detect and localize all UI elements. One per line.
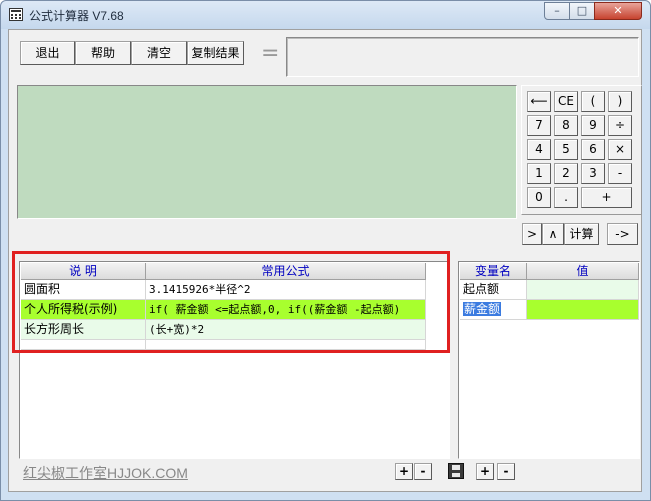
- subtract-key[interactable]: -: [608, 163, 632, 184]
- left-paren-key[interactable]: (: [581, 91, 605, 112]
- var-value-cell[interactable]: [527, 280, 639, 300]
- remove-variable-button[interactable]: -: [497, 463, 515, 480]
- column-header-var-value[interactable]: 值: [527, 263, 639, 280]
- key-3[interactable]: 3: [581, 163, 605, 184]
- clear-button[interactable]: 清空: [131, 41, 187, 65]
- next-button[interactable]: >: [522, 223, 542, 245]
- key-2[interactable]: 2: [554, 163, 578, 184]
- var-name-cell[interactable]: 薪金额: [460, 300, 527, 320]
- key-7[interactable]: 7: [527, 115, 551, 136]
- keypad: ⟵ CE ( ) 7 8 9 ÷ 4 5 6 × 1 2 3 - 0 . +: [521, 85, 642, 215]
- empty-cell[interactable]: [21, 340, 146, 350]
- help-button[interactable]: 帮助: [75, 41, 131, 65]
- equals-sign: =: [261, 41, 280, 66]
- column-header-var-name[interactable]: 变量名: [460, 263, 527, 280]
- var-name-selected-text: 薪金额: [463, 302, 502, 316]
- column-header-desc[interactable]: 说 明: [21, 263, 146, 280]
- window-title: 公式计算器 V7.68: [29, 9, 124, 23]
- expression-editor[interactable]: [17, 85, 517, 219]
- exit-button[interactable]: 退出: [20, 41, 75, 65]
- add-variable-button[interactable]: +: [476, 463, 494, 480]
- key-6[interactable]: 6: [581, 139, 605, 160]
- maximize-button[interactable]: □: [569, 2, 595, 20]
- save-disk-icon[interactable]: [448, 463, 464, 479]
- right-paren-key[interactable]: ): [608, 91, 632, 112]
- formula-grid: 说 明 常用公式 圆面积 3.1415926*半径^2 个人所得税(示例) if…: [19, 261, 450, 459]
- variable-grid: 变量名 值 起点额 薪金额: [458, 261, 640, 459]
- minimize-button[interactable]: –: [544, 2, 570, 20]
- app-window: 公式计算器 V7.68 – □ ✕ 退出 帮助 清空 复制结果 = ⟵ CE (…: [0, 0, 651, 501]
- formula-desc-cell[interactable]: 长方形周长: [21, 320, 146, 340]
- website-link[interactable]: 红尖椒工作室HJJOK.COM: [23, 463, 188, 483]
- var-name-cell[interactable]: 起点额: [460, 280, 527, 300]
- arrow-button[interactable]: ->: [607, 223, 638, 245]
- formula-expr-cell[interactable]: if( 薪金额 <=起点额,0, if((薪金额 -起点额): [146, 300, 426, 320]
- backspace-key[interactable]: ⟵: [527, 91, 551, 112]
- key-9[interactable]: 9: [581, 115, 605, 136]
- key-4[interactable]: 4: [527, 139, 551, 160]
- copy-result-button[interactable]: 复制结果: [187, 41, 244, 65]
- formula-desc-cell[interactable]: 个人所得税(示例): [21, 300, 146, 320]
- key-5[interactable]: 5: [554, 139, 578, 160]
- add-formula-button[interactable]: +: [395, 463, 413, 480]
- power-button[interactable]: ∧: [542, 223, 564, 245]
- formula-desc-cell[interactable]: 圆面积: [21, 280, 146, 300]
- add-key[interactable]: +: [581, 187, 632, 208]
- key-8[interactable]: 8: [554, 115, 578, 136]
- result-display[interactable]: [286, 37, 639, 77]
- column-header-formula[interactable]: 常用公式: [146, 263, 426, 280]
- formula-expr-cell[interactable]: 3.1415926*半径^2: [146, 280, 426, 300]
- divide-key[interactable]: ÷: [608, 115, 632, 136]
- ce-key[interactable]: CE: [554, 91, 578, 112]
- calculate-button[interactable]: 计算: [564, 223, 599, 245]
- remove-formula-button[interactable]: -: [414, 463, 432, 480]
- key-0[interactable]: 0: [527, 187, 551, 208]
- title-bar: 公式计算器 V7.68 – □ ✕: [1, 1, 650, 29]
- formula-expr-cell[interactable]: (长+宽)*2: [146, 320, 426, 340]
- var-value-cell[interactable]: [527, 300, 639, 320]
- decimal-key[interactable]: .: [554, 187, 578, 208]
- close-button[interactable]: ✕: [594, 2, 642, 20]
- client-area: 退出 帮助 清空 复制结果 = ⟵ CE ( ) 7 8 9 ÷ 4 5 6 ×…: [8, 29, 642, 492]
- multiply-key[interactable]: ×: [608, 139, 632, 160]
- app-calculator-icon: [9, 8, 23, 21]
- empty-cell[interactable]: [146, 340, 426, 350]
- key-1[interactable]: 1: [527, 163, 551, 184]
